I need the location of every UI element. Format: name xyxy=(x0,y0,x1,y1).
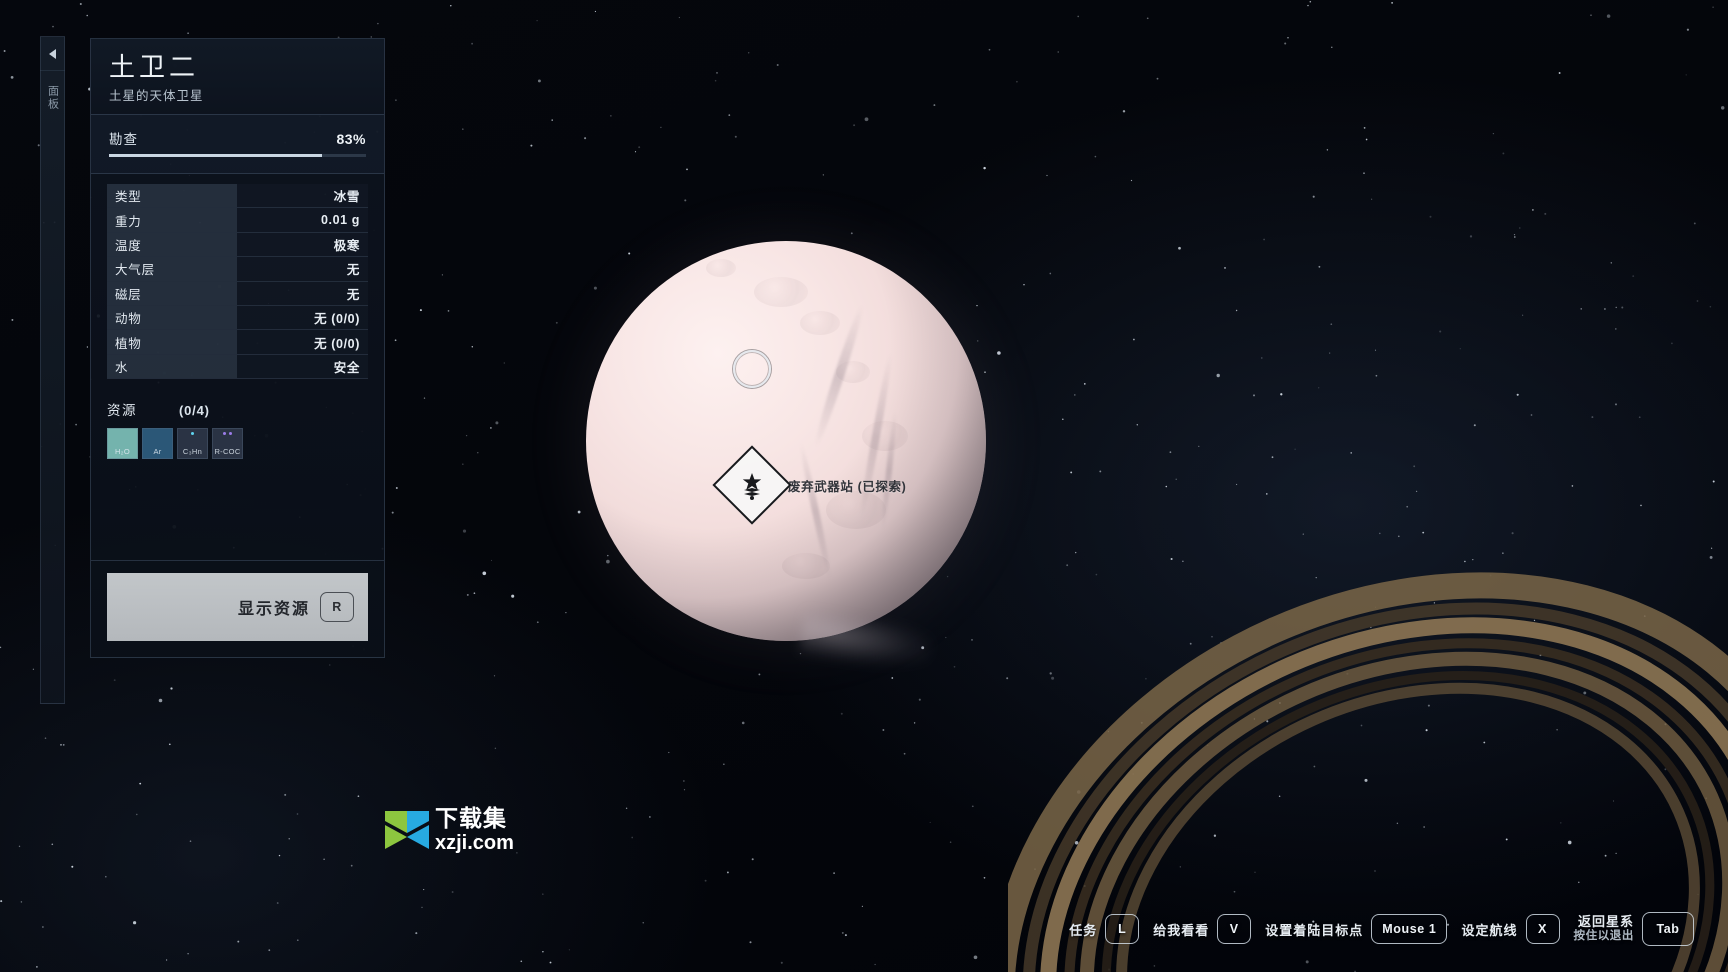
stat-row: 磁层无 xyxy=(107,281,368,306)
hotkey-bar: 任务 L 给我看看 V 设置着陆目标点 Mouse 1 设定航线 X 返回星系 按住以退出 Tab xyxy=(1069,912,1694,946)
hotkey-label-sub: 按住以退出 xyxy=(1573,929,1634,942)
survey-bar-track xyxy=(109,154,366,157)
resources-title: 资源 xyxy=(107,403,137,419)
rail-label: 面板 xyxy=(46,85,59,111)
resources-section: 资源 (0/4) H₂O Ar C₃Hn R-COC xyxy=(91,387,384,460)
stat-row: 水安全 xyxy=(107,354,368,380)
chevron-left-icon[interactable] xyxy=(40,37,65,71)
watermark-logo-icon xyxy=(383,807,431,853)
show-resources-button[interactable]: 显示资源 R xyxy=(107,573,368,641)
stat-key: 水 xyxy=(107,354,237,379)
hotkey-keycap[interactable]: L xyxy=(1105,914,1140,944)
point-of-interest-marker[interactable]: 废弃武器站 (已探索) xyxy=(712,445,907,525)
survey-bar-fill xyxy=(109,154,323,157)
stat-key: 温度 xyxy=(107,232,237,257)
hotkey-item[interactable]: 给我看看 V xyxy=(1153,914,1252,944)
hotkey-label: 返回星系 按住以退出 xyxy=(1573,913,1635,943)
hotkey-keycap[interactable]: X xyxy=(1525,914,1560,944)
resource-tile[interactable]: C₃Hn xyxy=(177,428,208,460)
page-title: 土卫二 xyxy=(109,52,200,82)
stat-value: 无 (0/0) xyxy=(237,330,368,354)
stat-row: 重力 0.01 g xyxy=(107,208,368,233)
planet-info-panel: 土卫二 土星的天体卫星 勘查 83% 类型 冰雪 重力 0.01 g 温度 极寒 大气层无磁… xyxy=(90,38,385,658)
outpost-glyph xyxy=(742,473,762,500)
hotkey-item[interactable]: 返回星系 按住以退出 Tab xyxy=(1573,912,1694,946)
hotkey-item[interactable]: 设置着陆目标点 Mouse 1 xyxy=(1265,914,1448,944)
show-resources-label: 显示资源 xyxy=(237,601,310,618)
stat-key: 动物 xyxy=(107,305,237,330)
hotkey-label: 设置着陆目标点 xyxy=(1265,922,1364,938)
hotkey-label-main: 返回星系 xyxy=(1577,913,1634,929)
stat-value: 0.01 g xyxy=(237,208,368,232)
panel-footer: 显示资源 R xyxy=(91,560,384,657)
planet-subtitle: 土星的天体卫星 xyxy=(109,89,204,104)
stat-row: 类型 冰雪 xyxy=(107,184,368,209)
stat-key: 大气层 xyxy=(107,257,237,281)
ring-bands xyxy=(1008,572,1728,972)
stat-row: 大气层无 xyxy=(107,257,368,282)
hotkey-label: 设定航线 xyxy=(1461,922,1518,938)
stats-table: 类型 冰雪 重力 0.01 g 温度 极寒 大气层无磁层无动物无 (0/0) 植物无 (0/0… xyxy=(91,174,384,387)
stat-key: 重力 xyxy=(107,208,237,232)
resource-tile[interactable]: R-COC xyxy=(212,428,243,460)
stat-row: 动物无 (0/0) xyxy=(107,305,368,331)
resource-rarity-dots xyxy=(178,432,207,436)
resource-tile[interactable]: H₂O xyxy=(107,428,138,460)
planet-enceladus[interactable] xyxy=(586,241,986,675)
stat-row: 温度 极寒 xyxy=(107,232,368,258)
survey-label: 勘查 xyxy=(109,132,138,147)
stat-key: 植物 xyxy=(107,330,237,354)
hotkey-label: 任务 xyxy=(1069,922,1098,938)
resource-symbol: Ar xyxy=(153,447,162,457)
resources-count: (0/4) xyxy=(179,403,210,419)
stat-key: 磁层 xyxy=(107,281,237,305)
resource-rarity-dots xyxy=(213,432,242,436)
panel-header: 土卫二 土星的天体卫星 xyxy=(91,39,384,115)
survey-percent: 83% xyxy=(336,131,366,147)
stat-value: 无 xyxy=(237,281,368,305)
hotkey-keycap[interactable]: Tab xyxy=(1642,912,1694,946)
hotkey-label: 给我看看 xyxy=(1153,922,1210,938)
stat-value: 极寒 xyxy=(237,232,368,257)
show-resources-key: R xyxy=(320,592,354,622)
resource-tiles: H₂O Ar C₃Hn R-COC xyxy=(107,428,368,460)
stat-row: 植物无 (0/0) xyxy=(107,330,368,355)
stat-value: 冰雪 xyxy=(237,184,368,208)
resource-tile[interactable]: Ar xyxy=(142,428,173,460)
watermark-name: 下载集 xyxy=(435,805,507,831)
hotkey-keycap[interactable]: Mouse 1 xyxy=(1371,914,1448,944)
watermark: 下载集 xzji.com xyxy=(383,807,514,853)
hotkey-item[interactable]: 任务 L xyxy=(1069,914,1140,944)
stat-value: 无 (0/0) xyxy=(237,305,368,330)
planet-rings xyxy=(1008,532,1728,972)
hotkey-keycap[interactable]: V xyxy=(1217,914,1252,944)
watermark-url: xzji.com xyxy=(435,832,514,854)
stat-key: 类型 xyxy=(107,184,237,208)
stat-value: 无 xyxy=(237,257,368,281)
stat-value: 安全 xyxy=(237,354,368,379)
hotkey-item[interactable]: 设定航线 X xyxy=(1461,914,1560,944)
resource-symbol: R-COC xyxy=(214,447,241,457)
resource-symbol: H₂O xyxy=(114,447,131,457)
poi-label: 废弃武器站 (已探索) xyxy=(788,479,907,494)
resource-symbol: C₃Hn xyxy=(182,447,203,457)
outpost-star-icon[interactable] xyxy=(712,445,792,525)
scan-reticle[interactable] xyxy=(733,350,771,388)
planet-sphere xyxy=(586,241,986,641)
survey-progress: 勘查 83% xyxy=(91,115,384,174)
left-rail[interactable]: 面板 xyxy=(40,36,65,704)
